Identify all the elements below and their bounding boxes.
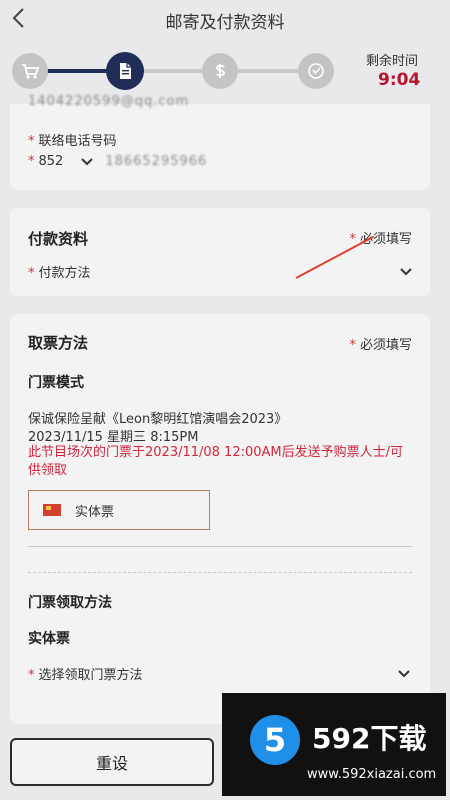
payment-card: 付款资料 * 必须填写 * 付款方法 <box>10 208 430 296</box>
pickup-method-select[interactable]: * 选择领取门票方法 <box>28 664 410 686</box>
step-payment[interactable] <box>202 53 238 89</box>
document-icon <box>120 63 131 79</box>
payment-title: 付款资料 <box>28 230 89 248</box>
phone-row: * 852 18665295966 <box>28 154 207 169</box>
ticket-notice: 此节目场次的门票于2023/11/08 12:00AM后发送予购票人士/可供领取 <box>28 445 404 478</box>
event-datetime: 2023/11/15 星期三 8:15PM <box>28 430 199 445</box>
step-document[interactable] <box>106 52 144 90</box>
pickup-subtitle: 实体票 <box>28 631 70 647</box>
divider <box>28 546 412 547</box>
payment-method-label: 付款方法 <box>38 266 91 281</box>
payment-method-select[interactable]: * 付款方法 <box>28 262 412 284</box>
country-code-value: 852 <box>38 154 64 169</box>
timer-value: 9:04 <box>378 70 421 90</box>
event-name: 保诚保险呈献《Leon黎明红馆演唱会2023》 <box>28 412 288 427</box>
ticket-title: 取票方法 <box>28 334 89 352</box>
phone-input[interactable]: 18665295966 <box>105 154 207 169</box>
phone-label: * 联络电话号码 <box>28 130 117 149</box>
ticket-mode-title: 门票模式 <box>28 375 84 391</box>
phone-label-text: 联络电话号码 <box>38 134 117 149</box>
physical-ticket-option[interactable]: 实体票 <box>28 490 210 530</box>
email-value[interactable]: 1404220599@qq.com <box>28 94 189 109</box>
divider <box>28 572 412 573</box>
chevron-down-icon <box>400 268 412 276</box>
pickup-select-label: 选择领取门票方法 <box>38 668 143 683</box>
required-hint: * 必须填写 <box>349 338 412 353</box>
step-confirm[interactable] <box>298 53 334 89</box>
page-title: 邮寄及付款资料 <box>165 13 285 33</box>
check-circle-icon <box>308 63 324 79</box>
contact-card: 1404220599@qq.com * 联络电话号码 * 852 18665295… <box>10 94 430 190</box>
flag-icon <box>43 504 61 516</box>
country-code-select[interactable]: 852 <box>39 154 94 169</box>
header: 邮寄及付款资料 <box>0 0 450 44</box>
reset-button[interactable]: 重设 <box>10 738 214 786</box>
required-mark: * <box>28 134 35 149</box>
cart-icon <box>22 64 40 79</box>
site-watermark: 5 592下载 www.592xiazai.com <box>222 693 446 796</box>
required-mark: * <box>28 154 35 169</box>
dollar-icon <box>216 64 225 78</box>
step-cart[interactable] <box>12 53 48 89</box>
chevron-down-icon <box>81 157 94 165</box>
physical-ticket-label: 实体票 <box>75 504 115 520</box>
timer-label: 剩余时间 <box>366 54 419 69</box>
site-logo: 5 <box>250 715 300 765</box>
site-brand: 592下载 <box>312 722 427 755</box>
pickup-title: 门票领取方法 <box>28 595 112 611</box>
chevron-down-icon <box>398 670 410 678</box>
site-url: www.592xiazai.com <box>307 767 437 782</box>
required-hint-text: 必须填写 <box>359 338 412 353</box>
